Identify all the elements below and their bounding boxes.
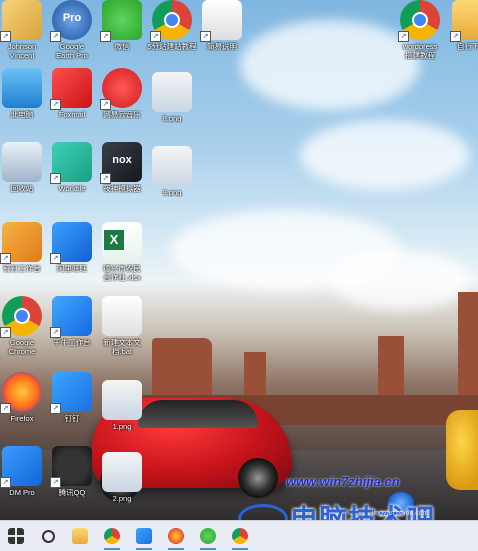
desktop-icon-label: 简易说明 [207,42,237,51]
dingtalk-icon: ↗ [50,372,92,414]
chrome-icon [104,528,120,544]
desktop-icon-label: 新建文本文 档.bat [103,338,141,356]
taskbar-button-file-explorer[interactable] [64,521,96,551]
taskbar-button-wechat[interactable] [192,521,224,551]
taskbar-button-firefox[interactable] [160,521,192,551]
desktop-icon-label: 9.png [162,188,182,197]
nox-icon: nox ↗ [100,142,142,184]
desktop-icon-doc1[interactable]: ↗ 简易说明 [190,0,254,51]
windows-start-icon [8,528,24,544]
taskbar-button-chrome[interactable] [224,521,256,551]
folder-icon: ↗ [450,0,478,42]
search-icon [41,529,55,543]
desktop-icon-label: 自行下载 [457,42,478,51]
image-file-icon [152,146,192,186]
mail-icon: ↗ [0,446,42,488]
archive-icon: ↗ [0,222,42,264]
chrome-icon [232,528,248,544]
chrome-center-dot [164,12,180,28]
recycle-bin-icon [2,142,42,182]
desktop-icon-png8[interactable]: 8.png [140,72,204,123]
shortcut-arrow-icon: ↗ [50,477,61,488]
taskbar-button-search[interactable] [32,521,64,551]
chrome-center-dot [14,308,30,324]
wechat-icon: ↗ [100,0,142,42]
desktop-icon-png9[interactable]: 9.png [140,146,204,197]
wallpaper-yellow-car [446,410,478,490]
foxmail-icon: ↗ [50,68,92,110]
shortcut-arrow-icon: ↗ [0,477,11,488]
shortcut-arrow-icon: ↗ [50,173,61,184]
shortcut-arrow-icon: ↗ [398,31,409,42]
shortcut-arrow-icon: ↗ [50,403,61,414]
icon-badge-text: nox [112,154,132,166]
desktop-icon-png1[interactable]: 1.png [90,380,154,431]
taskbar-button-windows-start[interactable] [0,521,32,551]
netease-music-icon: ↗ [100,68,142,110]
shortcut-arrow-icon: ↗ [0,327,11,338]
desktop-icon-rightfolder[interactable]: ↗自行下载 [440,0,478,51]
qianniu-icon: ↗ [50,296,92,338]
firefox-icon: ↗ [0,372,42,414]
shortcut-arrow-icon: ↗ [0,403,11,414]
file-explorer-icon [72,528,88,544]
shortcut-arrow-icon: ↗ [100,31,111,42]
wallpaper-cloud [300,120,470,190]
wallpaper-cloud [330,250,470,310]
dingtalk-icon [136,528,152,544]
wallpaper-car-wheel [238,458,278,498]
wallpaper-car-window [138,400,258,428]
desktop-icon-newtxt[interactable]: 新建文本文 档.bat [90,296,154,356]
chrome-icon: ↗ [150,0,192,42]
shortcut-arrow-icon: ↗ [50,327,61,338]
alibaba-icon: ↗ [50,222,92,264]
chrome-center-dot [412,12,428,28]
wechat-icon [200,528,216,544]
shortcut-arrow-icon: ↗ [50,253,61,264]
watermark-url: www.win7zhijia.cn [286,474,400,489]
image-file-icon [152,72,192,112]
desktop-icon-excel[interactable]: X 德兴市农民 合作社.xlsx [90,222,154,282]
image-file-icon [102,452,142,492]
qq-penguin-icon: ↗ [50,446,92,488]
shortcut-arrow-icon: ↗ [100,173,111,184]
taskbar [0,520,478,551]
taskbar-button-dingtalk[interactable] [128,521,160,551]
desktop-icon-label: 8.png [162,114,182,123]
excel-icon: X [102,222,142,262]
computer-icon [2,68,42,108]
google-earth-pro-icon: Pro ↗ [50,0,92,42]
chrome-icon: ↗ [0,296,42,338]
gear-file-icon [102,296,142,336]
document-icon: ↗ [200,0,242,42]
chrome-icon: ↗ [398,0,440,42]
image-file-icon [102,380,142,420]
desktop-icon-label: 1.png [112,422,132,431]
desktop-icon-label: 德兴市农民 合作社.xlsx [103,264,141,282]
watermark-baidu: jingyan.baidu.com [372,510,429,517]
shortcut-arrow-icon: ↗ [0,253,11,264]
shortcut-arrow-icon: ↗ [0,31,11,42]
shortcut-arrow-icon: ↗ [450,31,461,42]
shortcut-arrow-icon: ↗ [200,31,211,42]
wallpaper-mesa [458,292,478,412]
excel-x-mark: X [104,230,124,250]
firefox-icon [168,528,184,544]
user-folder-icon: ↗ [0,0,42,42]
desktop-icon-png2[interactable]: 2.png [90,452,154,503]
desktop: ↗ Johnson Vincent Pro ↗ Google Earth Pro ↗ 微信 ↗… [0,0,478,520]
icon-badge-text: Pro [62,12,82,24]
desktop-icon-label: 2.png [112,494,132,503]
taskbar-button-chrome[interactable] [96,521,128,551]
shortcut-arrow-icon: ↗ [50,31,61,42]
shortcut-arrow-icon: ↗ [50,99,61,110]
shortcut-arrow-icon: ↗ [150,31,161,42]
worktile-icon: ↗ [50,142,92,184]
shortcut-arrow-icon: ↗ [100,99,111,110]
